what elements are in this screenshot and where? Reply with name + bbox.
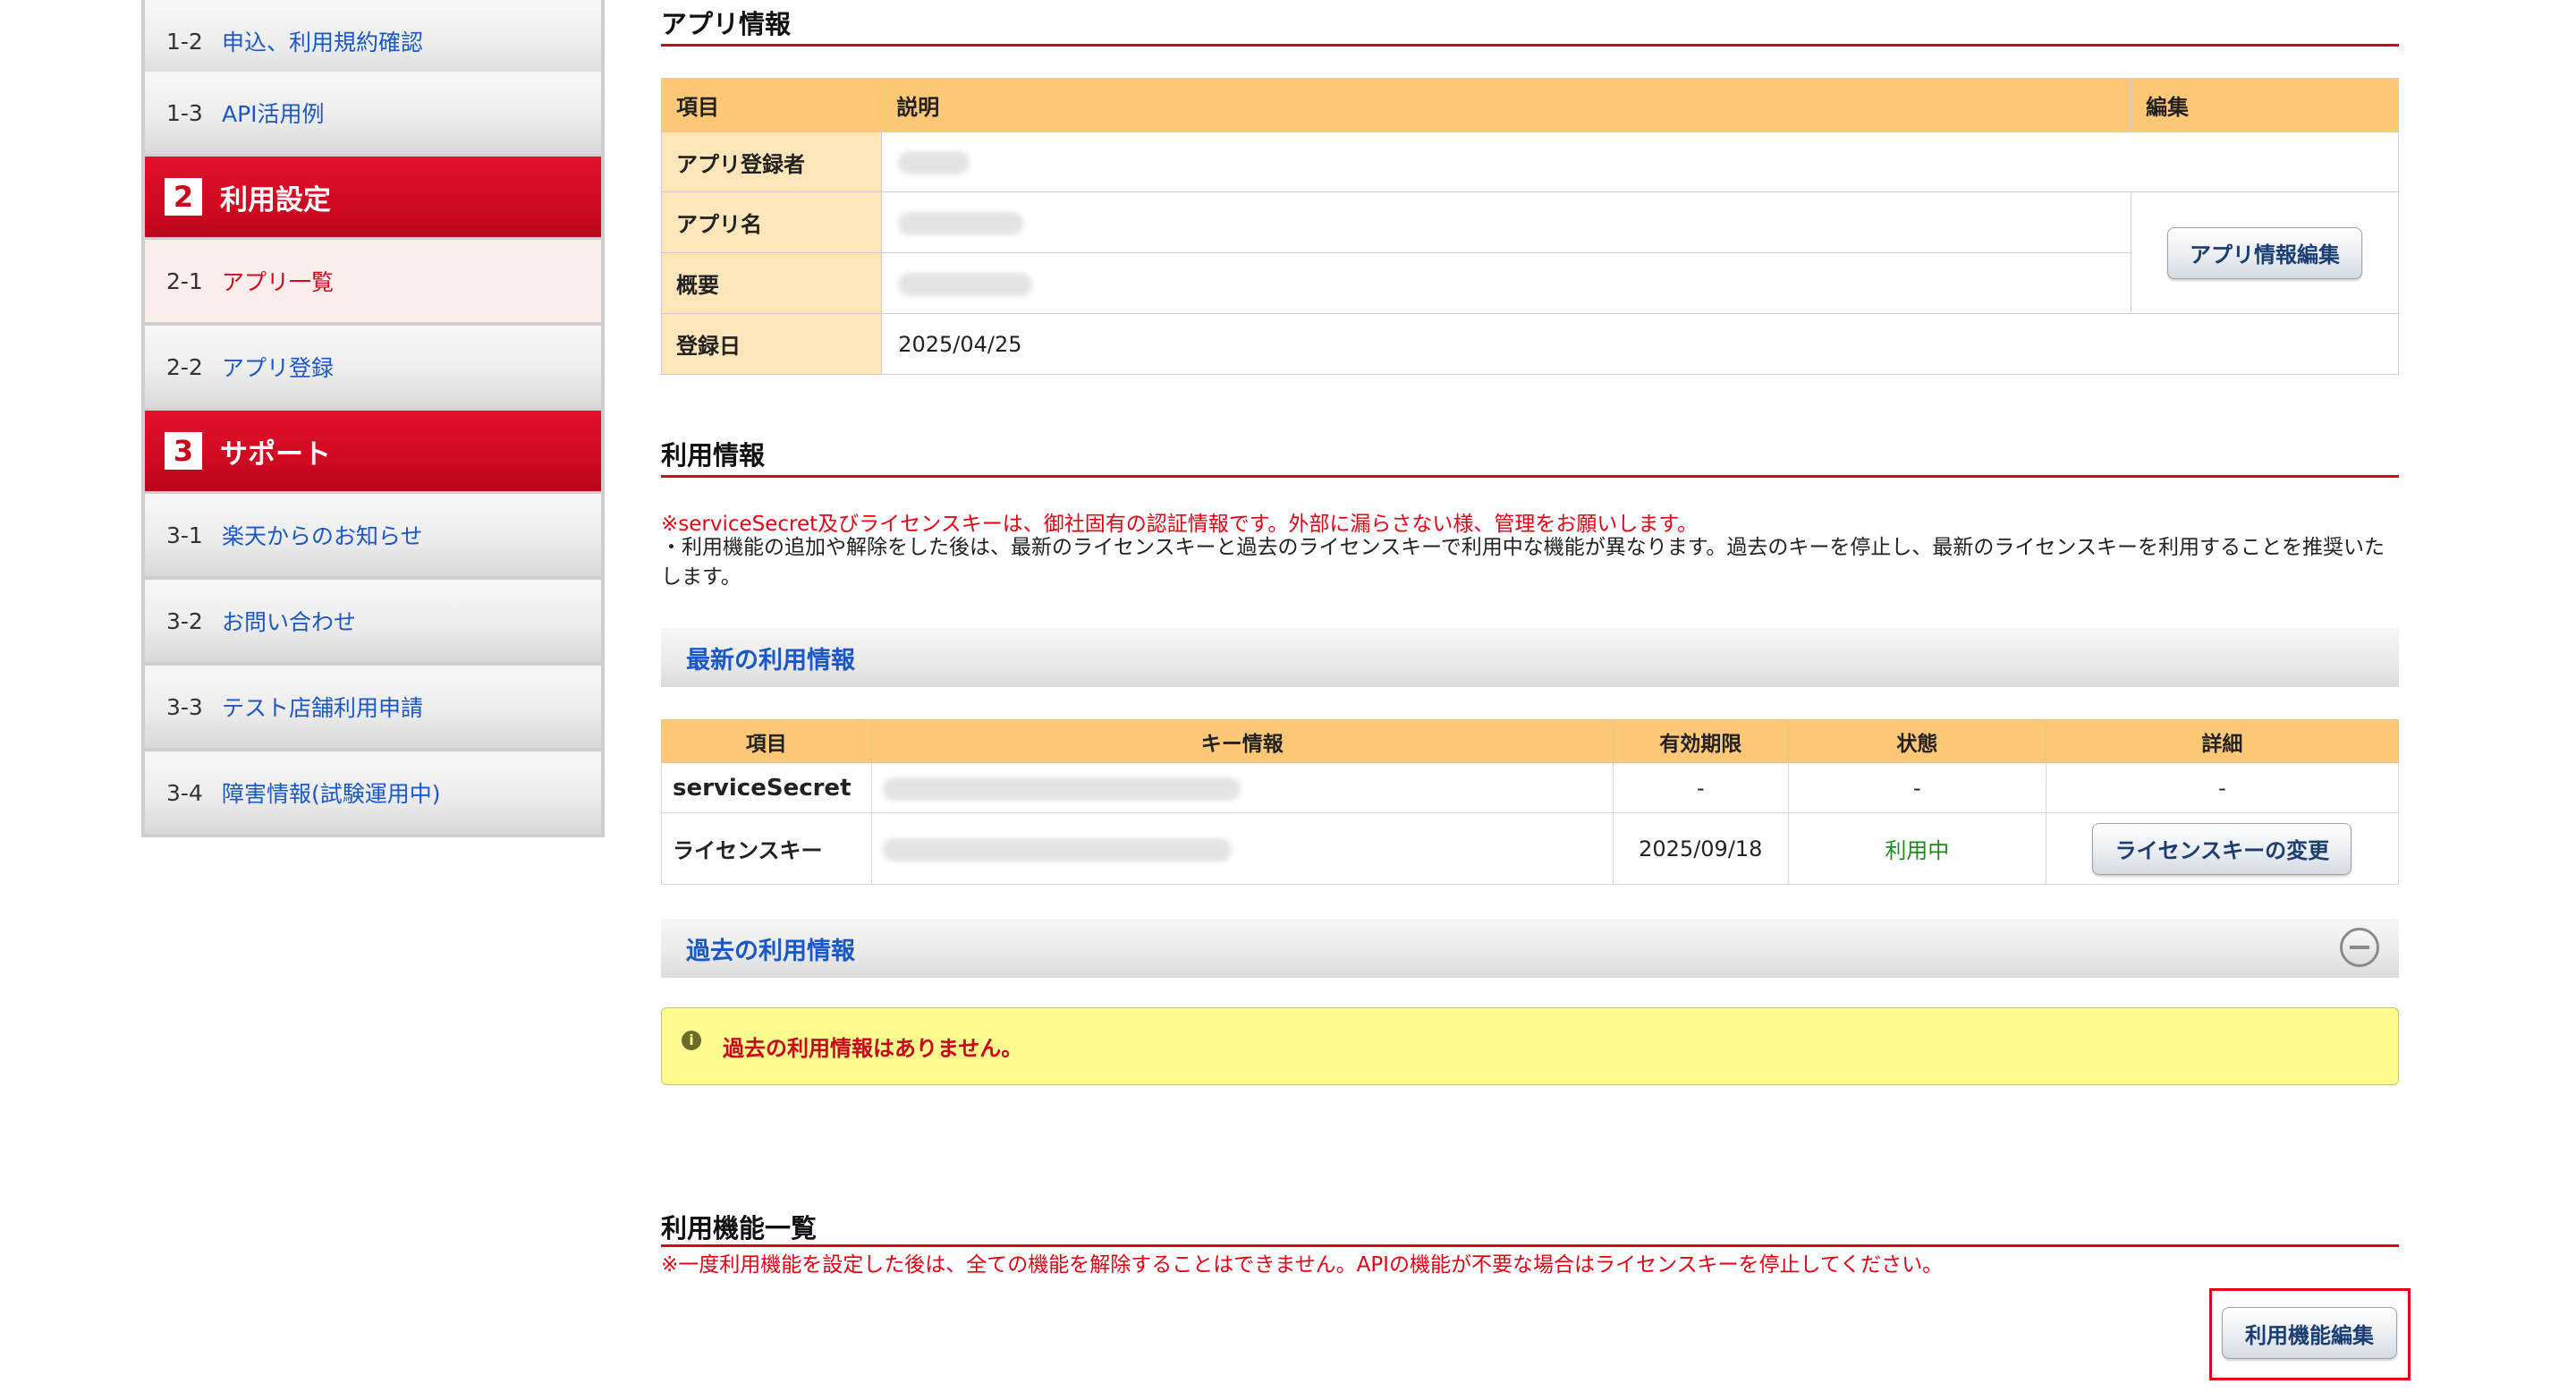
sidebar-item-1-3[interactable]: 1-3 API活用例 bbox=[145, 72, 601, 154]
section-header-support: 3 サポート bbox=[145, 411, 601, 491]
col-header-desc: 説明 bbox=[881, 78, 2132, 132]
edit-app-info-button[interactable]: アプリ情報編集 bbox=[2167, 226, 2362, 279]
sidebar-item-number: 3-4 bbox=[166, 779, 203, 806]
row-key: アプリ登録者 bbox=[660, 132, 883, 192]
col-header-item: 項目 bbox=[661, 719, 872, 763]
sidebar-item-number: 3-2 bbox=[166, 607, 203, 634]
usage-note-text: ・利用機能の追加や解除をした後は、最新のライセンスキーと過去のライセンスキーで利… bbox=[661, 536, 2385, 589]
row-key: serviceSecret bbox=[661, 762, 872, 813]
sidebar-item-3-2[interactable]: 3-2 お問い合わせ bbox=[145, 580, 601, 662]
expiry-cell: - bbox=[1612, 762, 1789, 813]
section-header-settings: 2 利用設定 bbox=[145, 157, 601, 237]
row-value-redacted bbox=[881, 191, 2132, 253]
col-header-detail: 詳細 bbox=[2045, 719, 2400, 763]
sidebar-item-label: 申込、利用規約確認 bbox=[222, 30, 424, 55]
edit-cell: アプリ情報編集 bbox=[2131, 191, 2399, 314]
sidebar-item-number: 2-2 bbox=[166, 353, 203, 380]
latest-usage-table: 項目 キー情報 有効期限 状態 詳細 serviceSecret - - - ラ… bbox=[661, 719, 2400, 885]
sidebar-item-number: 1-2 bbox=[166, 28, 203, 55]
redacted-value bbox=[882, 837, 1232, 862]
sidebar-item-3-3[interactable]: 3-3 テスト店舗利用申請 bbox=[145, 666, 601, 748]
sidebar-item-number: 2-1 bbox=[166, 267, 203, 294]
sidebar-item-label: アプリ登録 bbox=[222, 355, 335, 381]
redacted-value bbox=[898, 211, 1024, 235]
col-header-item: 項目 bbox=[660, 78, 883, 132]
col-header-key-info: キー情報 bbox=[870, 719, 1614, 763]
sidebar-item-1-2[interactable]: 1-2 申込、利用規約確認 bbox=[145, 0, 601, 82]
sidebar-item-number: 3-3 bbox=[166, 693, 203, 720]
features-warning-text: ※一度利用機能を設定した後は、全ての機能を解除することはできません。APIの機能… bbox=[661, 1253, 1944, 1277]
status-cell: - bbox=[1787, 762, 2046, 813]
alert-message: 過去の利用情報はありません。 bbox=[723, 1036, 1023, 1061]
col-header-status: 状態 bbox=[1787, 719, 2046, 763]
sidebar-item-2-1[interactable]: 2-1 アプリ一覧 bbox=[145, 240, 601, 322]
sidebar-item-label: API活用例 bbox=[222, 101, 325, 127]
sidebar-item-3-4[interactable]: 3-4 障害情報(試験運用中) bbox=[145, 751, 601, 834]
sidebar-item-number: 3-1 bbox=[166, 522, 203, 548]
main-content: アプリ情報 項目 説明 編集 アプリ登録者 アプリ名 アプリ情報編集 概要 登録… bbox=[660, 0, 2411, 1392]
sidebar-item-label: お問い合わせ bbox=[222, 609, 357, 635]
redacted-value bbox=[882, 777, 1241, 801]
row-key: 登録日 bbox=[660, 313, 883, 375]
features-heading: 利用機能一覧 bbox=[661, 1208, 2399, 1247]
row-value-redacted bbox=[881, 132, 2399, 192]
sidebar-item-label: 楽天からのお知らせ bbox=[222, 523, 423, 549]
redacted-value bbox=[898, 272, 1033, 296]
detail-cell: ライセンスキーの変更 bbox=[2045, 812, 2400, 885]
row-value-redacted bbox=[881, 252, 2132, 314]
sidebar-item-label: 障害情報(試験運用中) bbox=[222, 781, 441, 807]
table-row: ライセンスキー 2025/09/18 利用中 ライセンスキーの変更 bbox=[661, 812, 2400, 885]
row-key: ライセンスキー bbox=[661, 812, 872, 885]
info-icon: i bbox=[682, 1030, 701, 1050]
past-usage-subheading[interactable]: 過去の利用情報 bbox=[661, 919, 2399, 978]
sidebar-item-number: 1-3 bbox=[166, 99, 203, 126]
license-key-value bbox=[870, 812, 1614, 885]
row-key: アプリ名 bbox=[660, 191, 883, 253]
status-badge: 利用中 bbox=[1787, 812, 2046, 885]
section-number: 2 bbox=[165, 178, 202, 216]
registration-date: 2025/04/25 bbox=[881, 313, 2399, 375]
row-key: 概要 bbox=[660, 252, 883, 314]
table-row: serviceSecret - - - bbox=[661, 762, 2400, 813]
past-usage-title: 過去の利用情報 bbox=[686, 937, 855, 965]
no-past-usage-alert: i 過去の利用情報はありません。 bbox=[661, 1007, 2399, 1085]
usage-info-heading: 利用情報 bbox=[661, 435, 2399, 478]
section-label: 利用設定 bbox=[220, 183, 331, 216]
detail-cell: - bbox=[2045, 762, 2400, 813]
redacted-value bbox=[898, 151, 970, 174]
sidebar: 1-2 申込、利用規約確認 1-3 API活用例 2 利用設定 2-1 アプリ一… bbox=[141, 0, 605, 837]
section-number: 3 bbox=[165, 432, 202, 470]
collapse-icon[interactable] bbox=[2340, 928, 2379, 967]
sidebar-item-label: テスト店舗利用申請 bbox=[222, 695, 424, 721]
section-label: サポート bbox=[220, 437, 331, 471]
col-header-edit: 編集 bbox=[2131, 78, 2399, 132]
sidebar-item-3-1[interactable]: 3-1 楽天からのお知らせ bbox=[145, 494, 601, 576]
col-header-expiry: 有効期限 bbox=[1612, 719, 1789, 763]
app-info-table: 項目 説明 編集 アプリ登録者 アプリ名 アプリ情報編集 概要 登録日 2025… bbox=[660, 78, 2399, 375]
expiry-cell: 2025/09/18 bbox=[1612, 812, 1789, 885]
sidebar-item-2-2[interactable]: 2-2 アプリ登録 bbox=[145, 326, 601, 408]
service-secret-value bbox=[870, 762, 1614, 813]
latest-usage-title: 最新の利用情報 bbox=[686, 646, 855, 675]
sidebar-item-label: アプリ一覧 bbox=[222, 269, 335, 295]
latest-usage-subheading: 最新の利用情報 bbox=[661, 628, 2399, 687]
app-info-heading: アプリ情報 bbox=[661, 4, 2399, 47]
secret-warning-text: ※serviceSecret及びライセンスキーは、御社固有の認証情報です。外部に… bbox=[661, 513, 1699, 536]
edit-features-button[interactable]: 利用機能編集 bbox=[2222, 1307, 2397, 1359]
change-license-key-button[interactable]: ライセンスキーの変更 bbox=[2092, 822, 2352, 875]
